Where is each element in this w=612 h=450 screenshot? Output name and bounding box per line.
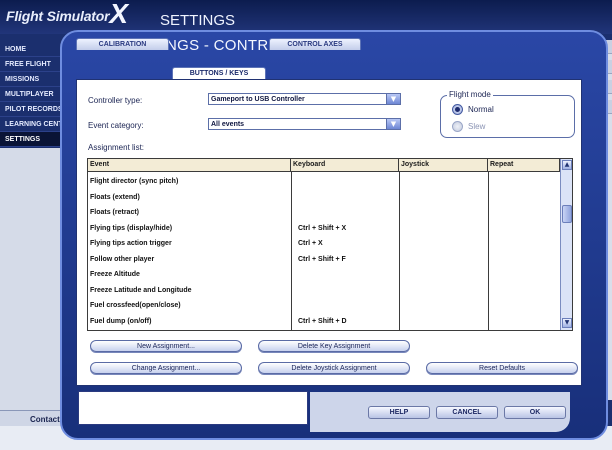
table-row[interactable]: Freeze Latitude and Longitude bbox=[88, 283, 560, 299]
controller-type-value: Gameport to USB Controller bbox=[211, 96, 305, 103]
cell-keyboard: Ctrl + Shift + F bbox=[298, 255, 346, 263]
table-row[interactable]: Flying tips (display/hide) Ctrl + Shift … bbox=[88, 221, 560, 237]
event-category-value: All events bbox=[211, 121, 245, 128]
app-header: Flight SimulatorX SETTINGS bbox=[0, 0, 612, 34]
table-row[interactable]: Floats (retract) bbox=[88, 205, 560, 221]
scroll-up-icon[interactable]: ▲ bbox=[562, 160, 572, 170]
cell-event: Floats (retract) bbox=[90, 209, 140, 216]
column-header-repeat[interactable]: Repeat bbox=[488, 159, 560, 172]
tab-control-axes[interactable]: CONTROL AXES bbox=[269, 38, 361, 50]
help-button[interactable]: HELP bbox=[368, 406, 430, 419]
cell-event: Fuel crossfeed(open/close) bbox=[90, 302, 181, 309]
cell-keyboard: Ctrl + Shift + X bbox=[298, 224, 347, 232]
cell-event: Floats (extend) bbox=[90, 193, 140, 201]
app-logo-x: X bbox=[109, 0, 128, 29]
tab-calibration[interactable]: CALIBRATION bbox=[76, 38, 169, 50]
side-panel-background bbox=[0, 148, 62, 410]
controller-type-select[interactable]: Gameport to USB Controller ▼ bbox=[208, 93, 401, 105]
chevron-down-icon[interactable]: ▼ bbox=[386, 119, 400, 129]
nav-item-home[interactable]: HOME bbox=[0, 42, 62, 57]
delete-key-assignment-button[interactable]: Delete Key Assignment bbox=[258, 340, 410, 352]
event-category-select[interactable]: All events ▼ bbox=[208, 118, 401, 130]
table-row[interactable]: Freeze Altitude bbox=[88, 267, 560, 283]
radio-normal-label: Normal bbox=[468, 105, 494, 114]
nav-item-settings[interactable]: SETTINGS bbox=[0, 132, 62, 147]
nav-item-free-flight[interactable]: FREE FLIGHT bbox=[0, 57, 62, 72]
reset-defaults-button[interactable]: Reset Defaults bbox=[426, 362, 578, 374]
controller-type-label: Controller type: bbox=[88, 96, 143, 105]
table-row[interactable]: Fuel crossfeed(open/close) bbox=[88, 298, 560, 314]
table-row[interactable]: Floats (extend) bbox=[88, 190, 560, 206]
cell-event: Follow other player bbox=[90, 255, 155, 263]
app-logo-text: Flight Simulator bbox=[6, 8, 110, 24]
cell-keyboard: Ctrl + Shift + D bbox=[298, 317, 347, 325]
cell-event: Flight director (sync pitch) bbox=[90, 178, 179, 185]
table-row[interactable]: Flight director (sync pitch) bbox=[88, 174, 560, 190]
radio-slew-label: Slew bbox=[468, 122, 486, 131]
column-header-keyboard[interactable]: Keyboard bbox=[291, 159, 399, 172]
radio-normal[interactable] bbox=[452, 104, 463, 115]
side-nav: HOME FREE FLIGHT MISSIONS MULTIPLAYER PI… bbox=[0, 42, 62, 147]
background-page-title: SETTINGS bbox=[160, 12, 236, 29]
app-logo: Flight SimulatorX bbox=[0, 0, 134, 29]
change-assignment-button[interactable]: Change Assignment... bbox=[90, 362, 242, 374]
new-assignment-button[interactable]: New Assignment... bbox=[90, 340, 242, 352]
help-text-area bbox=[78, 391, 308, 425]
table-scrollbar[interactable]: ▲ ▼ bbox=[560, 159, 572, 330]
event-category-label: Event category: bbox=[88, 121, 144, 130]
table-row[interactable]: Flying tips action trigger Ctrl + X bbox=[88, 236, 560, 252]
flight-mode-group: Flight mode Normal Slew bbox=[440, 90, 575, 138]
column-header-event[interactable]: Event bbox=[88, 159, 291, 172]
cancel-button[interactable]: CANCEL bbox=[436, 406, 498, 419]
cell-event: Flying tips (display/hide) bbox=[90, 224, 173, 232]
cell-event: Freeze Altitude bbox=[90, 271, 140, 278]
cell-event: Freeze Latitude and Longitude bbox=[90, 286, 192, 294]
flight-mode-title: Flight mode bbox=[447, 90, 493, 99]
cell-event: Flying tips action trigger bbox=[90, 240, 172, 247]
table-row[interactable]: Follow other player Ctrl + Shift + F bbox=[88, 252, 560, 268]
nav-item-multiplayer[interactable]: MULTIPLAYER bbox=[0, 87, 62, 102]
ok-button[interactable]: OK bbox=[504, 406, 566, 419]
assignment-table: Event Keyboard Joystick Repeat Flight di… bbox=[87, 158, 573, 331]
radio-slew[interactable] bbox=[452, 121, 463, 132]
assignment-list-label: Assignment list: bbox=[88, 143, 145, 152]
scrollbar-thumb[interactable] bbox=[562, 205, 572, 223]
nav-item-missions[interactable]: MISSIONS bbox=[0, 72, 62, 87]
nav-item-pilot-records[interactable]: PILOT RECORDS bbox=[0, 102, 62, 117]
chevron-down-icon[interactable]: ▼ bbox=[386, 94, 400, 104]
column-header-joystick[interactable]: Joystick bbox=[399, 159, 488, 172]
cell-keyboard: Ctrl + X bbox=[298, 240, 323, 247]
scroll-down-icon[interactable]: ▼ bbox=[562, 318, 572, 328]
table-row[interactable]: Fuel dump (on/off) Ctrl + Shift + D bbox=[88, 314, 560, 330]
nav-item-learning-center[interactable]: LEARNING CENTER bbox=[0, 117, 62, 132]
delete-joystick-assignment-button[interactable]: Delete Joystick Assignment bbox=[258, 362, 410, 374]
cell-event: Fuel dump (on/off) bbox=[90, 317, 152, 325]
